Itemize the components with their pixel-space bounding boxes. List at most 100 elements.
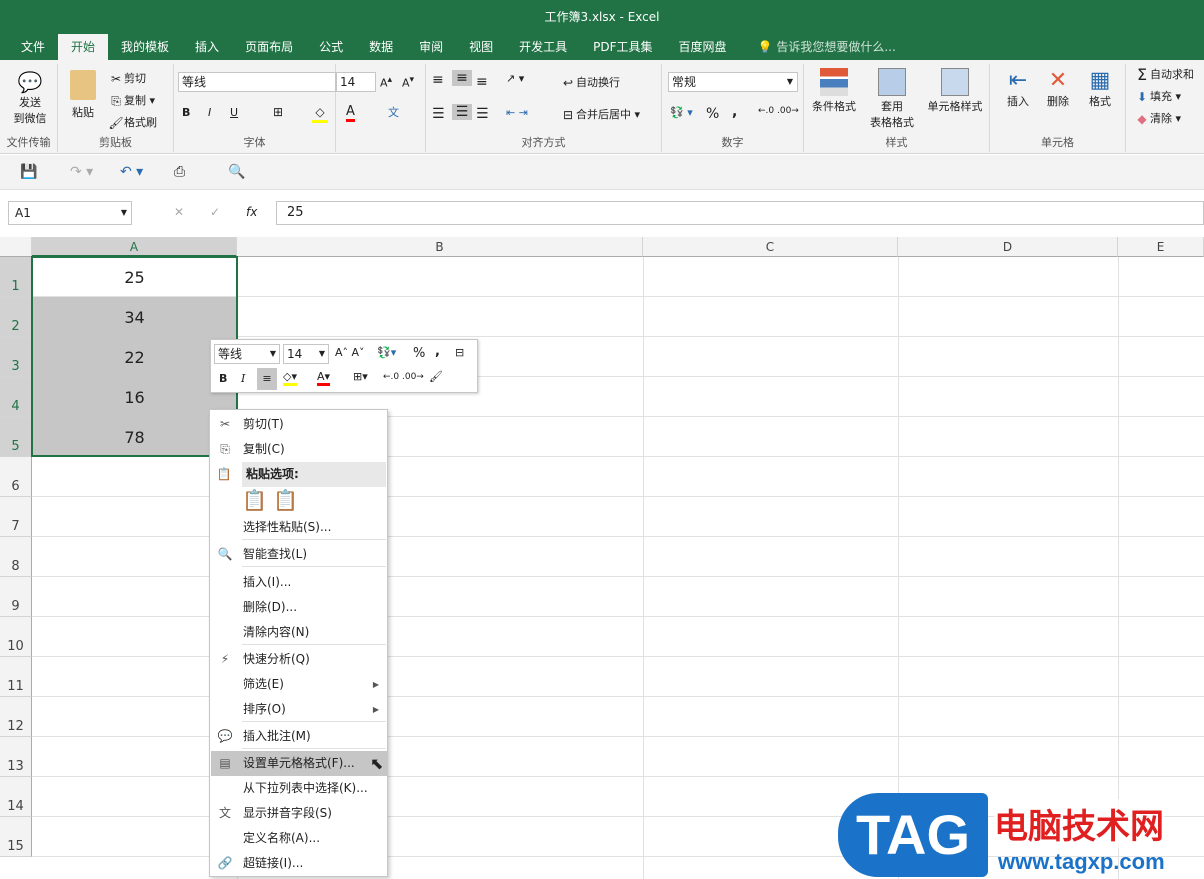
menu-item-7[interactable]: 删除(D)... (211, 595, 387, 620)
comma-button[interactable]: , (732, 104, 737, 120)
decrease-font-button[interactable]: A▾ (402, 74, 414, 90)
paste-option-icons[interactable]: 📋 📋 (242, 488, 298, 512)
mini-currency-button[interactable]: 💱▾ (377, 346, 396, 359)
align-left-button[interactable]: ☰ (432, 106, 445, 122)
tell-me-search[interactable]: 💡 告诉我您想要做什么... (740, 34, 896, 60)
menu-item-2[interactable]: ⎘ 复制(C) (211, 437, 387, 462)
tab-insert[interactable]: 插入 (182, 34, 232, 60)
formula-input[interactable]: 25 (276, 201, 1204, 225)
cell-a4[interactable]: 16 (32, 377, 237, 417)
autosum-button[interactable]: Σ 自动求和 (1134, 66, 1194, 83)
paste-button[interactable]: 粘贴 (68, 70, 98, 120)
enter-icon[interactable]: ✓ (210, 205, 220, 219)
fill-button[interactable]: ⬇ 填充 ▾ (1134, 88, 1181, 105)
percent-button[interactable]: % (706, 106, 719, 122)
row-header-11[interactable]: 11 (0, 657, 32, 697)
mini-borders-button[interactable]: ⊞▾ (353, 370, 368, 383)
column-header-b[interactable]: B (237, 237, 643, 257)
mini-size-select[interactable]: 14 ▼ (283, 344, 329, 364)
mini-comma-button[interactable]: , (435, 344, 440, 359)
row-header-7[interactable]: 7 (0, 497, 32, 537)
mini-decimal-buttons[interactable]: ←.0 .00→ (383, 372, 424, 382)
mini-format-painter-icon[interactable]: 🖌 (429, 370, 443, 383)
name-box[interactable]: A1 ▼ (8, 201, 132, 225)
mini-format-table-icon[interactable]: ⊟ (455, 346, 464, 359)
menu-item-13[interactable]: ▤ 设置单元格格式(F)... (211, 751, 387, 776)
mini-italic-button[interactable]: I (241, 372, 245, 385)
spreadsheet-grid[interactable]: A B C D E 1 2 3 4 5 6 7 8 9 10 11 12 13 14 15 25 34 22… (0, 237, 1204, 879)
column-header-e[interactable]: E (1118, 237, 1204, 257)
cell-a5[interactable]: 78 (32, 417, 237, 457)
currency-button[interactable]: 💱 ▾ (670, 106, 693, 119)
row-header-2[interactable]: 2 (0, 297, 32, 337)
bold-button[interactable]: B (182, 106, 190, 119)
zoom-preview-icon[interactable]: 🔍 (228, 164, 245, 180)
column-header-d[interactable]: D (898, 237, 1118, 257)
column-header-a[interactable]: A (32, 237, 237, 257)
wrap-text-button[interactable]: ↩ 自动换行 (560, 74, 620, 91)
copy-button[interactable]: ⎘ 复制 ▾ (108, 92, 155, 109)
menu-item-9[interactable]: ⚡ 快速分析(Q) (211, 647, 387, 672)
delete-cells-button[interactable]: ✕ 删除 (1040, 68, 1076, 109)
cell-styles-button[interactable]: 单元格样式 (924, 68, 986, 114)
format-as-table-button[interactable]: 套用 表格格式 (864, 68, 920, 130)
mini-bold-button[interactable]: B (219, 372, 227, 385)
underline-button[interactable]: U (230, 106, 238, 119)
menu-item-16[interactable]: 定义名称(A)... (211, 826, 387, 851)
send-to-wechat-button[interactable]: 💬 发送 到微信 (10, 70, 50, 126)
format-cells-button[interactable]: ▦ 格式 (1082, 68, 1118, 109)
print-preview-icon[interactable]: ⎙ (174, 164, 185, 180)
cell-a2[interactable]: 34 (32, 297, 237, 337)
undo-icon[interactable]: ↶ ▾ (120, 164, 143, 180)
tab-templates[interactable]: 我的模板 (108, 34, 182, 60)
merge-center-button[interactable]: ⊟ 合并后居中 ▾ (560, 106, 640, 123)
menu-item-11[interactable]: 排序(O) ▶ (211, 697, 387, 722)
column-header-c[interactable]: C (643, 237, 898, 257)
tab-developer[interactable]: 开发工具 (506, 34, 580, 60)
fill-color-button[interactable]: ◇ (312, 104, 328, 123)
menu-item-14[interactable]: 从下拉列表中选择(K)... (211, 776, 387, 801)
menu-item-10[interactable]: 筛选(E) ▶ (211, 672, 387, 697)
row-header-6[interactable]: 6 (0, 457, 32, 497)
row-header-9[interactable]: 9 (0, 577, 32, 617)
menu-item-15[interactable]: 文显示拼音字段(S) (211, 801, 387, 826)
format-painter-button[interactable]: 🖌格式刷 (108, 114, 157, 131)
row-header-15[interactable]: 15 (0, 817, 32, 857)
tab-file[interactable]: 文件 (8, 34, 58, 60)
align-top-button[interactable]: ≡ (432, 72, 444, 88)
mini-font-select[interactable]: 等线 ▼ (214, 344, 280, 364)
row-header-13[interactable]: 13 (0, 737, 32, 777)
cell-a3[interactable]: 22 (32, 337, 237, 377)
tab-view[interactable]: 视图 (456, 34, 506, 60)
row-header-4[interactable]: 4 (0, 377, 32, 417)
increase-font-button[interactable]: A▴ (380, 74, 392, 90)
decimal-buttons[interactable]: ←.0 .00→ (758, 106, 799, 116)
row-header-12[interactable]: 12 (0, 697, 32, 737)
align-right-button[interactable]: ☰ (476, 106, 489, 122)
orientation-button[interactable]: ↗ ▾ (506, 72, 524, 85)
mini-percent-button[interactable]: % (413, 346, 425, 361)
cancel-icon[interactable]: ✕ (174, 205, 184, 219)
indent-buttons[interactable]: ⇤ ⇥ (506, 106, 528, 119)
italic-button[interactable]: I (208, 106, 211, 119)
tab-formulas[interactable]: 公式 (306, 34, 356, 60)
mini-center-button[interactable]: ≡ (257, 368, 277, 390)
font-color-button[interactable]: A (346, 104, 355, 122)
insert-function-icon[interactable]: fx (246, 205, 257, 219)
row-header-3[interactable]: 3 (0, 337, 32, 377)
conditional-formatting-button[interactable]: 条件格式 (808, 68, 860, 114)
row-header-14[interactable]: 14 (0, 777, 32, 817)
tab-home[interactable]: 开始 (58, 34, 109, 60)
align-middle-button[interactable]: ≡ (452, 70, 472, 86)
select-all-corner[interactable] (0, 237, 32, 257)
row-header-8[interactable]: 8 (0, 537, 32, 577)
tab-page-layout[interactable]: 页面布局 (232, 34, 306, 60)
cut-button[interactable]: ✂ 剪切 (108, 70, 146, 87)
row-header-10[interactable]: 10 (0, 617, 32, 657)
mini-fill-color-button[interactable]: ◇▾ (283, 370, 297, 386)
menu-item-1[interactable]: ✂ 剪切(T) (211, 412, 387, 437)
menu-item-8[interactable]: 清除内容(N) (211, 620, 387, 645)
align-bottom-button[interactable]: ≡ (476, 74, 488, 90)
align-center-button[interactable]: ☰ (452, 104, 472, 120)
save-icon[interactable]: 💾 (20, 164, 37, 180)
